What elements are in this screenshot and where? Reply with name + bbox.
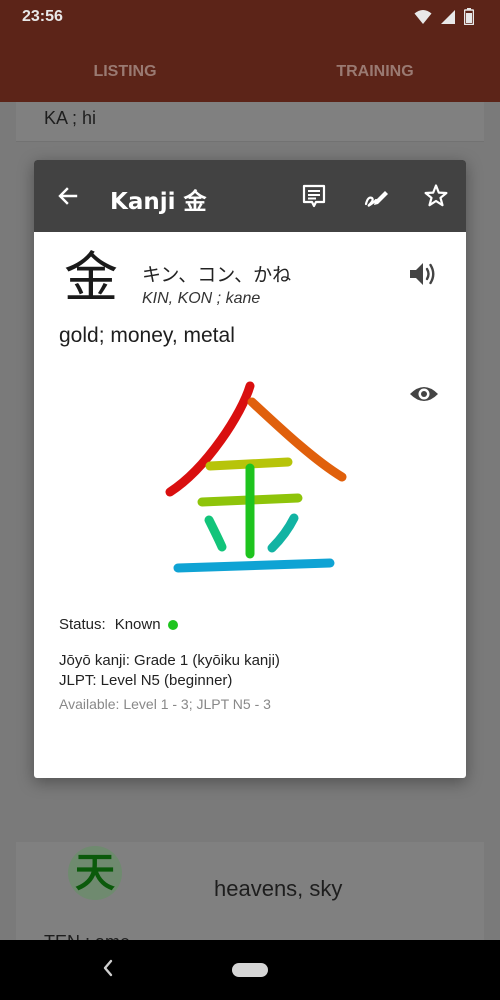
status-time: 23:56 <box>22 8 63 25</box>
tab-training[interactable]: TRAINING <box>250 36 500 102</box>
kanji-dialog: Kanji 金 金 キン、コン、かね KIN, KON ; kane gold;… <box>34 160 466 778</box>
nav-back-icon[interactable] <box>102 958 114 984</box>
tab-bar: LISTING TRAINING <box>0 36 500 138</box>
battery-icon <box>463 8 475 29</box>
list-item-kanji: 天 <box>68 846 122 900</box>
status-bar: 23:56 <box>0 0 500 36</box>
nav-home-button[interactable] <box>232 963 268 977</box>
known-status-dot <box>167 619 178 630</box>
jlpt-info: JLPT: Level N5 (beginner) <box>59 672 233 689</box>
eye-icon[interactable] <box>404 374 444 414</box>
availability-info: Available: Level 1 - 3; JLPT N5 - 3 <box>59 696 271 712</box>
signal-icon <box>440 9 456 29</box>
back-arrow-icon[interactable] <box>46 174 90 218</box>
comment-icon[interactable] <box>292 174 336 218</box>
status-icons <box>414 8 475 29</box>
stroke-order-diagram <box>165 381 347 573</box>
status-label: Status: <box>59 616 106 633</box>
kanji-meaning: gold; money, metal <box>59 324 235 347</box>
stroke-1 <box>165 381 255 497</box>
dialog-toolbar: Kanji 金 <box>34 160 466 232</box>
wifi-icon <box>414 9 432 29</box>
status-line: Status: Known <box>59 616 178 633</box>
jouyou-info: Jōyō kanji: Grade 1 (kyōiku kanji) <box>59 652 280 669</box>
kanji-readings-romaji: KIN, KON ; kane <box>142 290 261 307</box>
tab-listing[interactable]: LISTING <box>0 36 250 102</box>
kanji-character: 金 <box>64 246 118 309</box>
kanji-readings-kana: キン、コン、かね <box>142 264 292 286</box>
speaker-icon[interactable] <box>402 254 442 294</box>
list-item[interactable]: KA ; hi <box>16 102 484 142</box>
list-item-readings: KA ; hi <box>44 108 97 128</box>
stroke-6 <box>204 515 227 552</box>
stroke-7 <box>267 513 299 553</box>
stroke-8 <box>173 558 335 573</box>
list-item-meaning: heavens, sky <box>214 876 343 901</box>
draw-icon[interactable] <box>354 174 398 218</box>
dialog-title: Kanji 金 <box>110 189 207 215</box>
status-value: Known <box>114 616 161 633</box>
star-icon[interactable] <box>414 174 458 218</box>
